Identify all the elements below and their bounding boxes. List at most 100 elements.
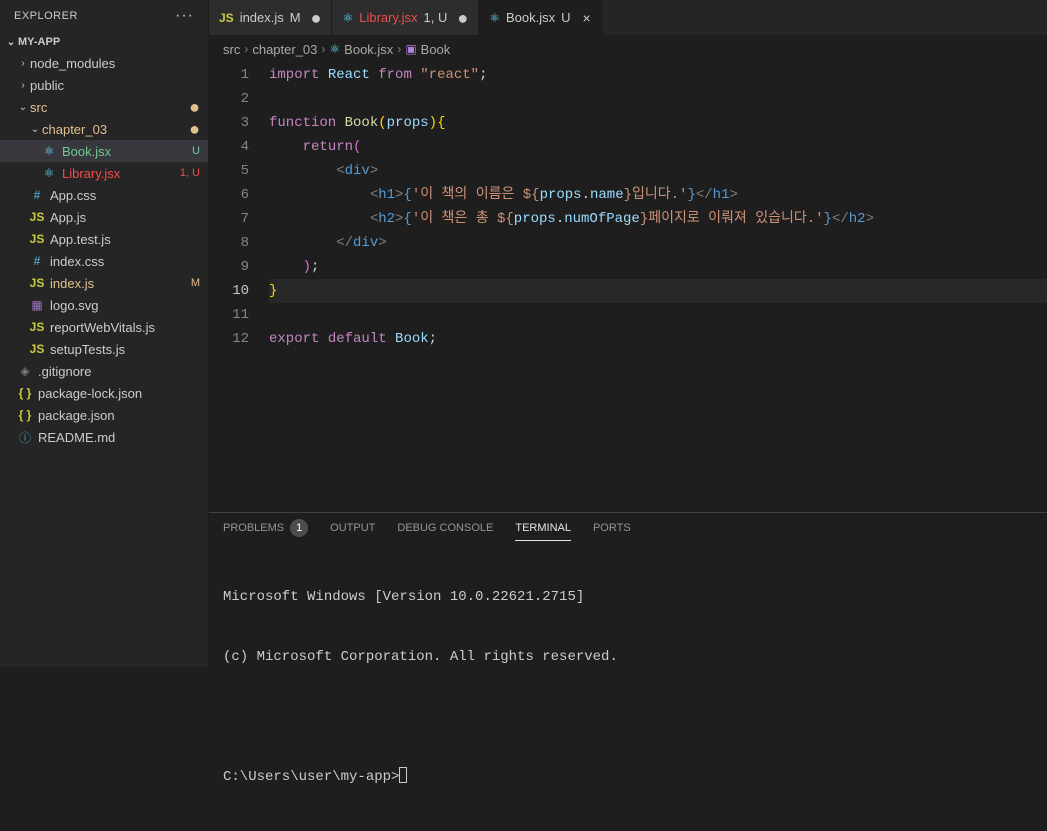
code-line[interactable]: import React from "react"; — [269, 63, 1047, 87]
file-item[interactable]: ▦ logo.svg — [0, 294, 208, 316]
chevron-down-icon: ⌄ — [4, 37, 18, 48]
file-item[interactable]: JSApp.test.js — [0, 228, 208, 250]
panel-tab-problems[interactable]: PROBLEMS1 — [223, 513, 308, 543]
code-line[interactable]: function Book(props){ — [269, 111, 1047, 135]
file-label: logo.svg — [50, 298, 208, 313]
file-label: .gitignore — [38, 364, 208, 379]
file-item[interactable]: JSreportWebVitals.js — [0, 316, 208, 338]
line-number: 8 — [209, 231, 249, 255]
tab-status: 1, U — [424, 10, 448, 25]
code-line[interactable]: </div> — [269, 231, 1047, 255]
panel-tab-debug-console[interactable]: DEBUG CONSOLE — [397, 516, 493, 540]
git-status: M — [191, 277, 200, 289]
file-item[interactable]: JS index.jsM — [0, 272, 208, 294]
file-label: App.js — [50, 210, 208, 225]
line-number: 9 — [209, 255, 249, 279]
file-label: reportWebVitals.js — [50, 320, 208, 335]
json-icon: { } — [16, 408, 34, 422]
tab-label: index.js — [240, 10, 284, 25]
js-icon: JS — [28, 276, 46, 290]
terminal-line: Microsoft Windows [Version 10.0.22621.27… — [223, 587, 1033, 607]
explorer-header: EXPLORER ··· — [0, 0, 208, 32]
tab-label: Book.jsx — [506, 10, 555, 25]
line-number: 4 — [209, 135, 249, 159]
panel-tab-output[interactable]: OUTPUT — [330, 516, 375, 540]
terminal-content[interactable]: Microsoft Windows [Version 10.0.22621.27… — [209, 543, 1047, 831]
code-editor[interactable]: 123456789101112 import React from "react… — [209, 63, 1047, 512]
editor-tabs: JSindex.jsM●⚛Library.jsx1, U●⚛Book.jsxU× — [209, 0, 1047, 35]
editor-tab[interactable]: ⚛Book.jsxU× — [479, 0, 601, 35]
explorer-title: EXPLORER — [14, 10, 78, 22]
code-line[interactable]: <h1>{'이 책의 이름은 ${props.name}입니다.'}</h1> — [269, 183, 1047, 207]
panel-tabs: PROBLEMS1 OUTPUT DEBUG CONSOLE TERMINAL PORT… — [209, 513, 1047, 543]
folder-item[interactable]: ›public — [0, 74, 208, 96]
code-line[interactable]: <div> — [269, 159, 1047, 183]
bottom-panel: PROBLEMS1 OUTPUT DEBUG CONSOLE TERMINAL PORT… — [209, 512, 1047, 667]
info-icon: ⓘ — [16, 429, 34, 446]
breadcrumb-item[interactable]: Book — [421, 42, 451, 57]
code-line[interactable]: <h2>{'이 책은 총 ${props.numOfPage}페이지로 이뤄져 … — [269, 207, 1047, 231]
file-label: index.js — [50, 276, 191, 291]
code-content[interactable]: import React from "react"; function Book… — [269, 63, 1047, 512]
editor-tab[interactable]: ⚛Library.jsx1, U● — [332, 0, 479, 35]
js-icon: JS — [28, 210, 46, 224]
folder-item[interactable]: ⌄chapter_03● — [0, 118, 208, 140]
project-header[interactable]: ⌄ MY-APP — [0, 32, 208, 52]
breadcrumb-item[interactable]: src — [223, 42, 240, 57]
close-icon[interactable]: × — [583, 11, 591, 25]
panel-tab-label: TERMINAL — [515, 522, 571, 534]
panel-tab-label: OUTPUT — [330, 522, 375, 534]
more-actions-icon[interactable]: ··· — [175, 7, 194, 25]
code-line[interactable]: return( — [269, 135, 1047, 159]
tab-status: U — [561, 10, 570, 25]
line-number: 2 — [209, 87, 249, 111]
json-icon: { } — [16, 386, 34, 400]
folder-item[interactable]: ⌄src● — [0, 96, 208, 118]
tab-label: Library.jsx — [359, 10, 417, 25]
react-icon: ⚛ — [329, 42, 340, 56]
code-line[interactable] — [269, 87, 1047, 111]
file-item[interactable]: ⚛Book.jsxU — [0, 140, 208, 162]
code-line[interactable]: } — [269, 279, 1047, 303]
file-item[interactable]: ⓘ README.md — [0, 426, 208, 448]
code-line[interactable] — [269, 303, 1047, 327]
breadcrumb-item[interactable]: Book.jsx — [344, 42, 393, 57]
file-label: package-lock.json — [38, 386, 208, 401]
chevron-icon: ⌄ — [28, 124, 42, 135]
code-line[interactable]: ); — [269, 255, 1047, 279]
line-number: 5 — [209, 159, 249, 183]
panel-tab-ports[interactable]: PORTS — [593, 516, 631, 540]
file-item[interactable]: JSsetupTests.js — [0, 338, 208, 360]
svg-icon: ▦ — [28, 298, 46, 312]
breadcrumb[interactable]: src›chapter_03›⚛Book.jsx›▣Book — [209, 35, 1047, 63]
file-item[interactable]: JS App.js — [0, 206, 208, 228]
folder-label: chapter_03 — [42, 122, 189, 137]
line-number: 10 — [209, 279, 249, 303]
folder-label: public — [30, 78, 208, 93]
folder-label: node_modules — [30, 56, 208, 71]
file-item[interactable]: #index.css — [0, 250, 208, 272]
file-item[interactable]: { } package.json — [0, 404, 208, 426]
terminal-prompt[interactable]: C:\Users\user\my-app> — [223, 767, 1033, 787]
file-item[interactable]: ◈.gitignore — [0, 360, 208, 382]
git-status: 1, U — [180, 167, 200, 179]
breadcrumb-item[interactable]: chapter_03 — [252, 42, 317, 57]
file-tree: ›node_modules›public⌄src●⌄chapter_03●⚛Bo… — [0, 52, 208, 667]
file-label: package.json — [38, 408, 208, 423]
file-item[interactable]: ⚛Library.jsx1, U — [0, 162, 208, 184]
code-line[interactable]: export default Book; — [269, 327, 1047, 351]
file-label: README.md — [38, 430, 208, 445]
line-number: 3 — [209, 111, 249, 135]
tab-status: M — [290, 10, 301, 25]
file-label: Library.jsx — [62, 166, 180, 181]
line-number: 12 — [209, 327, 249, 351]
panel-tab-terminal[interactable]: TERMINAL — [515, 516, 571, 541]
react-icon: ⚛ — [342, 11, 353, 25]
file-item[interactable]: { } package-lock.json — [0, 382, 208, 404]
line-number: 11 — [209, 303, 249, 327]
file-item[interactable]: #App.css — [0, 184, 208, 206]
js-icon: JS — [219, 11, 234, 25]
editor-tab[interactable]: JSindex.jsM● — [209, 0, 332, 35]
folder-item[interactable]: ›node_modules — [0, 52, 208, 74]
css-icon: # — [28, 254, 46, 268]
